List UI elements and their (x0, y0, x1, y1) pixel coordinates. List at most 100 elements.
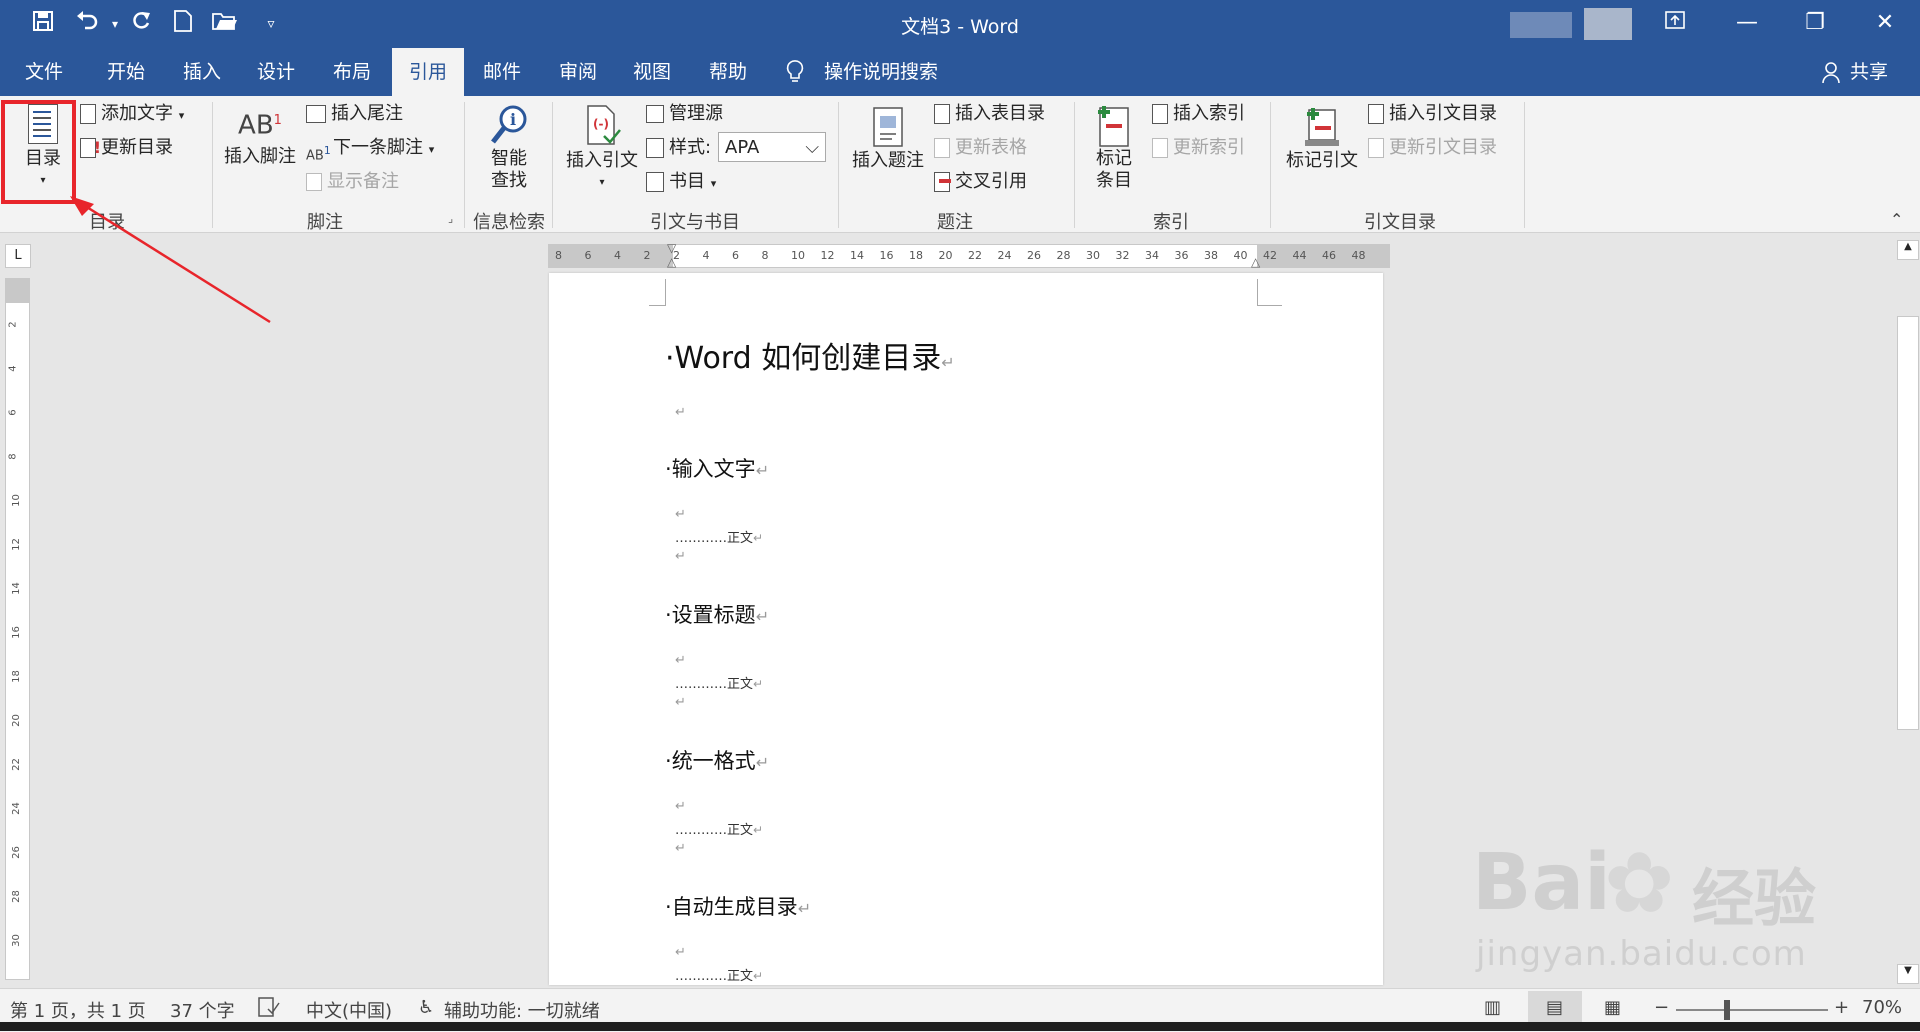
vruler-tick-label: 4 (7, 365, 19, 372)
tell-me-search[interactable]: 操作说明搜索 (824, 48, 938, 96)
language[interactable]: 中文(中国) (306, 997, 392, 1023)
document-title[interactable]: ·Word 如何创建目录↵ (665, 333, 955, 377)
collapse-ribbon-icon[interactable]: ⌃ (1890, 210, 1903, 229)
cross-reference-icon (934, 172, 951, 192)
tab-home[interactable]: 开始 (92, 48, 160, 96)
update-table-of-authorities-button[interactable]: 更新引文目录 (1368, 134, 1497, 162)
right-indent-marker[interactable]: △ (1251, 255, 1260, 269)
tab-help[interactable]: 帮助 (694, 48, 762, 96)
scrollbar-thumb[interactable] (1897, 316, 1919, 730)
ruler-tick-label: 38 (1204, 249, 1218, 262)
scroll-up-icon[interactable]: ▲ (1897, 240, 1919, 260)
page-count[interactable]: 第 1 页，共 1 页 (10, 997, 146, 1023)
paragraph-mark: ↵ (675, 549, 686, 564)
manage-sources-button[interactable]: 管理源 (646, 100, 723, 128)
update-table-button[interactable]: 更新表格 (934, 134, 1027, 162)
vruler-tick-label: 22 (10, 758, 22, 771)
avatar[interactable] (1584, 8, 1632, 40)
tab-review[interactable]: 审阅 (544, 48, 612, 96)
horizontal-ruler[interactable]: 8 6 4 2 2 4 6 8 10 12 14 16 18 20 22 24 26 28 30 32 34 36 38 40… (548, 241, 1390, 269)
ruler-tick-label: 8 (555, 249, 562, 262)
insert-footnote-button[interactable]: AB1 插入脚注 (222, 110, 298, 168)
insert-table-of-authorities-button[interactable]: 插入引文目录 (1368, 100, 1497, 128)
ruler-tick-label: 42 (1263, 249, 1277, 262)
ruler-left-margin (549, 245, 673, 267)
web-layout-icon[interactable]: ▦ (1604, 997, 1621, 1018)
zoom-level[interactable]: 70% (1862, 997, 1902, 1018)
restore-icon[interactable]: ❐ (1780, 0, 1850, 46)
body-text[interactable]: …………正文↵ (675, 819, 763, 838)
mark-citation-icon (1280, 104, 1364, 150)
cross-reference-button[interactable]: 交叉引用 (934, 168, 1027, 196)
add-text-icon (80, 104, 96, 124)
insert-caption-button[interactable]: 插入题注 (848, 106, 928, 172)
vruler-tick-label: 14 (10, 582, 22, 595)
heading-1[interactable]: ·输入文字↵ (665, 453, 769, 483)
insert-index-button[interactable]: 插入索引 (1152, 100, 1245, 128)
vertical-ruler[interactable]: 2 4 6 8 10 12 14 16 18 20 22 24 26 28 30 (5, 278, 30, 980)
accessibility-icon[interactable]: ♿ (418, 997, 434, 1018)
ribbon-display-options-icon[interactable] (1640, 0, 1710, 46)
mark-entry-button[interactable]: 标记 条目 (1084, 102, 1144, 192)
table-of-figures-icon (934, 104, 950, 124)
heading-4[interactable]: ·自动生成目录↵ (665, 891, 811, 921)
mark-citation-button[interactable]: 标记引文 (1280, 104, 1364, 172)
tab-references[interactable]: 引用 (392, 48, 464, 96)
ruler-tick-label: 6 (732, 249, 739, 262)
tab-selector-icon[interactable]: L (5, 244, 31, 268)
accessibility-status[interactable]: 辅助功能: 一切就绪 (444, 997, 600, 1023)
body-text[interactable]: …………正文↵ (675, 673, 763, 692)
share-person-icon[interactable] (1822, 62, 1842, 89)
ruler-tick-label: 36 (1174, 249, 1189, 262)
next-footnote-button[interactable]: AB1 下一条脚注 ▾ (306, 134, 434, 164)
proofing-icon[interactable] (258, 997, 280, 1022)
citation-style-dropdown[interactable]: APA ⌵ (718, 132, 826, 162)
heading-3[interactable]: ·统一格式↵ (665, 745, 769, 775)
insert-citation-button[interactable]: (-) 插入引文 ▾ (562, 104, 642, 194)
chevron-down-icon: ⌵ (805, 137, 819, 158)
svg-text:(-): (-) (593, 117, 609, 131)
zoom-slider-thumb[interactable] (1723, 1000, 1730, 1020)
update-index-button[interactable]: 更新索引 (1152, 134, 1245, 162)
left-indent-marker[interactable]: △ (667, 255, 676, 269)
minimize-icon[interactable]: — (1712, 0, 1782, 46)
group-separator (1270, 102, 1271, 228)
insert-endnote-button[interactable]: 插入尾注 (306, 100, 403, 128)
vruler-tick-label: 10 (10, 494, 22, 507)
vruler-tick-label: 24 (10, 802, 22, 815)
close-icon[interactable]: ✕ (1850, 0, 1920, 46)
document-page[interactable]: ·Word 如何创建目录↵ ↵ ·输入文字↵ ↵ …………正文↵ ↵ ·设置标题… (549, 273, 1383, 985)
share-button[interactable]: 共享 (1850, 48, 1888, 96)
body-text[interactable]: …………正文↵ (675, 527, 763, 546)
annotation-arrow (70, 196, 271, 324)
title-bar: ▾ ▿ 文档3 - Word — ❐ ✕ (0, 0, 1920, 48)
show-notes-button[interactable]: 显示备注 (306, 168, 399, 196)
group-separator (464, 102, 465, 228)
update-toc-button[interactable]: ! 更新目录 (80, 134, 173, 162)
smart-lookup-button[interactable]: i 智能 查找 (474, 104, 544, 192)
read-mode-icon[interactable]: ▥ (1484, 997, 1501, 1018)
next-footnote-icon: AB1 (306, 144, 331, 164)
zoom-out-icon[interactable]: − (1654, 997, 1669, 1018)
zoom-slider[interactable] (1676, 1009, 1828, 1011)
zoom-in-icon[interactable]: + (1834, 997, 1849, 1018)
tab-layout[interactable]: 布局 (318, 48, 386, 96)
word-count[interactable]: 37 个字 (170, 997, 235, 1023)
tab-mailings[interactable]: 邮件 (468, 48, 536, 96)
insert-index-icon (1152, 104, 1168, 124)
add-text-button[interactable]: 添加文字 ▾ (80, 100, 184, 128)
bibliography-button[interactable]: 书目 ▾ (646, 168, 716, 196)
footnote-dialog-launcher-icon[interactable]: ⌟ (448, 212, 453, 225)
insert-table-of-figures-button[interactable]: 插入表目录 (934, 100, 1045, 128)
first-line-indent-marker[interactable]: ▽ (667, 241, 676, 255)
body-text[interactable]: …………正文↵ (675, 965, 763, 984)
update-authorities-icon (1368, 138, 1384, 158)
tab-view[interactable]: 视图 (618, 48, 686, 96)
tab-file[interactable]: 文件 (10, 48, 78, 96)
tab-insert[interactable]: 插入 (168, 48, 236, 96)
tab-design[interactable]: 设计 (242, 48, 310, 96)
group-label-citations: 引文与书目 (650, 212, 740, 233)
heading-2[interactable]: ·设置标题↵ (665, 599, 769, 629)
account-name-blurred[interactable] (1510, 12, 1572, 38)
ruler-tick-label: 16 (879, 249, 894, 262)
